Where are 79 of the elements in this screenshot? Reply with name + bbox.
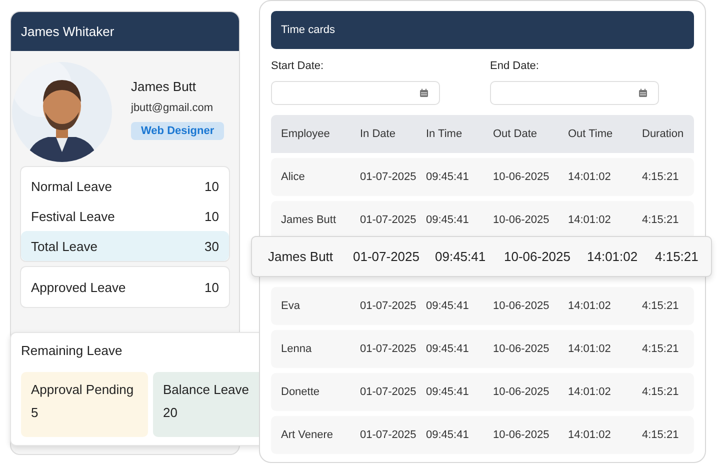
table-cell-text: 09:45:41 [426, 300, 470, 312]
column-header: In Date [360, 128, 396, 140]
column-header: Employee [281, 128, 331, 140]
table-cell-text: 14:01:02 [587, 249, 639, 264]
table-cell-text: 09:45:41 [426, 214, 470, 226]
table-cell-text: 01-07-2025 [360, 429, 418, 441]
table-cell-text: 09:45:41 [426, 386, 470, 398]
table-cell-text: 4:15:21 [642, 171, 680, 183]
hovered-row[interactable]: James Butt 01-07-2025 09:45:41 10-06-2025 14:01:02 4:15:21 [251, 236, 712, 277]
leave-value: 30 [204, 238, 219, 254]
table-cell-text: 09:45:41 [426, 429, 470, 441]
column-header: Out Date [493, 128, 538, 140]
table-cell-text: 14:01:02 [568, 429, 612, 441]
column-header: In Time [426, 128, 464, 140]
table-cell-text: 14:01:02 [568, 300, 612, 312]
table-cell-text: 4:15:21 [642, 429, 680, 441]
table-cell-text: James Butt [281, 214, 338, 226]
table-cell-text: 09:45:41 [426, 343, 470, 355]
end-date-label: End Date: [490, 60, 540, 72]
leave-label: Approved Leave [31, 280, 126, 294]
table-cell-text: 01-07-2025 [353, 249, 420, 264]
date-field[interactable] [271, 81, 440, 105]
table-cell-text: 14:01:02 [568, 343, 612, 355]
table-cell-text: 10-06-2025 [493, 429, 550, 441]
tile-label: Balance Leave [163, 382, 250, 397]
table-cell-text: 4:15:21 [642, 214, 680, 226]
table-cell-text: 10-06-2025 [493, 171, 550, 183]
table-cell-text: Alice [281, 171, 306, 183]
leave-value: 10 [204, 208, 219, 224]
leave-value: 10 [204, 178, 219, 194]
table-row[interactable]: Donette 01-07-2025 09:45:41 10-06-2025 14:01:02 4:15:21 [271, 373, 694, 411]
remaining-leave-title: Remaining Leave [21, 343, 122, 358]
card-title: James Whitaker [21, 24, 114, 39]
start-date-label: Start Date: [271, 60, 325, 72]
table-cell-text: 01-07-2025 [360, 171, 418, 183]
table-cell-text: 4:15:21 [655, 249, 700, 264]
column-header: Out Time [568, 128, 614, 140]
table-cell-text: 10-06-2025 [493, 300, 550, 312]
table-cell-text: Art Venere [281, 429, 334, 441]
tile-label: Approval Pending [31, 382, 135, 397]
tile-value: 5 [31, 405, 40, 420]
table-cell-text: Donette [281, 386, 321, 398]
calendar-icon [419, 88, 429, 98]
employee-email: jbutt@gmail.com [131, 102, 214, 114]
table-row[interactable]: Lenna 01-07-2025 09:45:41 10-06-2025 14:01:02 4:15:21 [271, 330, 694, 368]
employee-name: James Butt [131, 78, 196, 94]
leave-label: Total Leave [31, 238, 98, 254]
leave-value: 10 [204, 280, 219, 294]
table-cell-text: 14:01:02 [568, 386, 612, 398]
leave-label: Normal Leave [31, 178, 112, 194]
table-cell-text: 10-06-2025 [493, 343, 550, 355]
table-cell-text: 10-06-2025 [504, 249, 572, 264]
table-cell-text: Eva [281, 300, 301, 312]
table-cell-text: 01-07-2025 [360, 386, 418, 398]
table-cell-text: 4:15:21 [642, 343, 680, 355]
date-field[interactable] [490, 81, 659, 105]
role-badge: Web Designer [131, 122, 224, 140]
table-cell-text: 10-06-2025 [493, 386, 550, 398]
table-row[interactable]: Alice 01-07-2025 09:45:41 10-06-2025 14:01:02 4:15:21 [271, 158, 694, 196]
tile-value: 20 [163, 405, 178, 420]
table-cell-text: 4:15:21 [642, 386, 680, 398]
table-cell-text: James Butt [268, 249, 334, 264]
table-cell-text: 14:01:02 [568, 171, 612, 183]
table-row[interactable]: Eva 01-07-2025 09:45:41 10-06-2025 14:01:02 4:15:21 [271, 287, 694, 325]
table-cell-text: 01-07-2025 [360, 343, 418, 355]
column-header: Duration [642, 128, 685, 140]
table-cell-text: 09:45:41 [435, 249, 487, 264]
table-row[interactable]: Art Venere 01-07-2025 09:45:41 10-06-2025 14:01:02 4:15:21 [271, 416, 694, 454]
table-cell-text: 01-07-2025 [360, 214, 418, 226]
calendar-icon [638, 88, 648, 98]
panel-title: Time cards [281, 24, 335, 36]
table-cell-text: 09:45:41 [426, 171, 470, 183]
table-cell-text: 10-06-2025 [493, 214, 550, 226]
leave-label: Festival Leave [31, 208, 115, 224]
table-cell-text: 14:01:02 [568, 214, 612, 226]
table-cell-text: Lenna [281, 343, 313, 355]
table-cell-text: 4:15:21 [642, 300, 680, 312]
table-cell-text: 01-07-2025 [360, 300, 418, 312]
table-row[interactable]: James Butt 01-07-2025 09:45:41 10-06-2025 14:01:02 4:15:21 [271, 201, 694, 239]
